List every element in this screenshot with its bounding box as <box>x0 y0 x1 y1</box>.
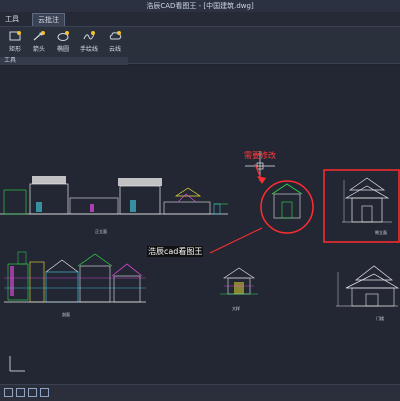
drawing-label-side: 侧立面 <box>375 229 387 235</box>
drawing-label-gate: 门楼 <box>376 315 384 321</box>
rectangle-tool-button[interactable]: 矩形 <box>4 30 26 60</box>
arrow-tool-button[interactable]: 箭头 <box>28 30 50 60</box>
title-bar: 浩辰CAD看图王 - [中国建筑.dwg] <box>0 0 400 12</box>
cloud-line-tool-label: 云线 <box>108 46 121 53</box>
arrow-icon <box>32 30 46 42</box>
ortho-icon[interactable] <box>28 388 37 397</box>
freehand-tool-button[interactable]: 手绘线 <box>78 30 100 60</box>
menu-bar: 工具 云批注 <box>0 12 400 27</box>
drawing-label-detail: 大样 <box>232 305 240 311</box>
rectangle-icon <box>8 30 22 42</box>
drawing-label-front: 正立面 <box>95 228 107 234</box>
ribbon-group-label: 工具 <box>0 57 128 65</box>
freehand-tool-label: 手绘线 <box>79 46 98 53</box>
tab-tools[interactable]: 工具 <box>0 13 24 25</box>
cloud-line-icon <box>108 30 122 42</box>
ellipse-tool-label: 椭圆 <box>56 46 69 53</box>
drawing-canvas[interactable]: 正立面 侧立面 剖面 大样 门楼 需要修改 浩辰cad看图王 <box>0 66 400 384</box>
ellipse-tool-button[interactable]: 椭圆 <box>52 30 74 60</box>
window-title: 浩辰CAD看图王 - [中国建筑.dwg] <box>146 2 254 10</box>
annotation-text: 需要修改 <box>244 151 276 160</box>
freehand-icon <box>82 30 96 42</box>
drawing-label-section: 剖面 <box>62 311 70 317</box>
zoom-icon[interactable] <box>40 388 49 397</box>
tab-cloud-annotation[interactable]: 云批注 <box>32 13 65 26</box>
cloud-line-tool-button[interactable]: 云线 <box>104 30 126 60</box>
ellipse-icon <box>56 30 70 42</box>
rectangle-tool-label: 矩形 <box>8 46 21 53</box>
snap-icon[interactable] <box>16 388 25 397</box>
arrow-tool-label: 箭头 <box>32 46 45 53</box>
callout-text: 浩辰cad看图王 <box>147 246 204 257</box>
grid-icon[interactable] <box>4 388 13 397</box>
cad-drawing: 正立面 侧立面 剖面 大样 门楼 <box>0 66 400 384</box>
status-bar <box>0 384 400 401</box>
